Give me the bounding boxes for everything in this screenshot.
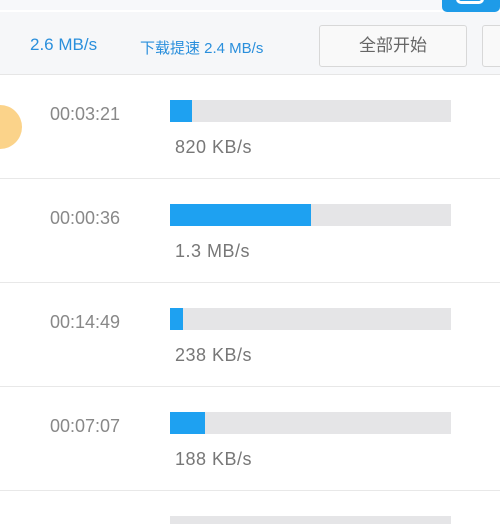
start-all-button[interactable]: 全部开始 — [319, 25, 467, 67]
progress-bar — [170, 204, 451, 226]
download-toolbar: 2.6 MB/s 下载提速 2.4 MB/s 全部开始 — [0, 12, 500, 75]
top-edge — [0, 0, 500, 10]
task-speed: 820 KB/s — [175, 137, 253, 157]
download-task-row[interactable]: 00:07:07 188 KB/s — [0, 387, 500, 491]
progress-fill — [170, 308, 183, 330]
total-download-speed: 2.6 MB/s — [30, 35, 98, 54]
progress-fill — [170, 204, 311, 226]
progress-bar — [170, 412, 451, 434]
progress-fill — [170, 100, 193, 122]
time-remaining: 00:14:49 — [50, 312, 121, 332]
file-type-icon — [0, 105, 22, 149]
task-speed: 238 KB/s — [175, 345, 253, 365]
task-speed: 1.3 MB/s — [175, 241, 251, 261]
download-task-row[interactable]: 00:03:21 820 KB/s — [0, 75, 500, 179]
progress-fill — [170, 412, 206, 434]
task-speed: 188 KB/s — [175, 449, 253, 469]
progress-bar — [170, 516, 451, 524]
progress-bar — [170, 100, 451, 122]
time-remaining: 00:07:07 — [50, 416, 121, 436]
time-remaining: 00:03:21 — [50, 104, 121, 124]
progress-bar — [170, 308, 451, 330]
badge-glyph-icon — [456, 0, 484, 4]
download-task-row-partial[interactable] — [0, 491, 500, 524]
app-badge-icon[interactable] — [442, 0, 500, 12]
time-remaining: 00:00:36 — [50, 208, 121, 228]
toolbar-extra-button[interactable] — [482, 25, 500, 67]
download-manager-window: 2.6 MB/s 下载提速 2.4 MB/s 全部开始 00:03:21 820… — [0, 0, 500, 524]
download-task-row[interactable]: 00:14:49 238 KB/s — [0, 283, 500, 387]
download-task-row[interactable]: 00:00:36 1.3 MB/s — [0, 179, 500, 283]
download-boost-speed[interactable]: 下载提速 2.4 MB/s — [140, 37, 263, 58]
